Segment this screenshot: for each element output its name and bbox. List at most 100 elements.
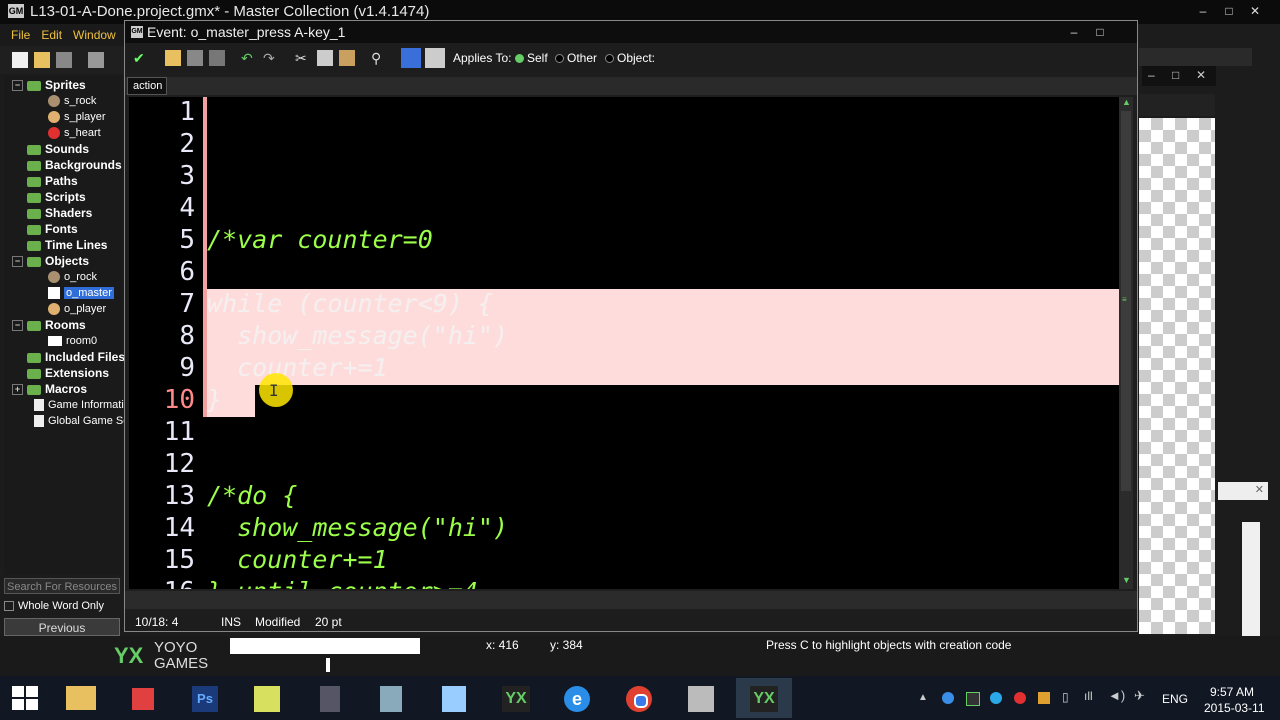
tray-keyboard-icon[interactable]: ✈ — [1134, 688, 1145, 704]
tree-folder-shaders[interactable]: Shaders — [12, 205, 92, 221]
notes-taskbar-icon[interactable] — [240, 678, 296, 718]
tree-folder-objects[interactable]: − Objects — [12, 253, 89, 269]
menu-window[interactable]: Window — [73, 28, 116, 42]
line-number: 8 — [179, 321, 195, 351]
resource-tree: − Sprites s_rock s_player s_heart Sounds … — [4, 75, 156, 575]
tray-volume-icon[interactable]: ◄) — [1108, 688, 1125, 703]
editor-minimize-button[interactable]: – — [1061, 24, 1087, 40]
tree-folder-rooms[interactable]: − Rooms — [12, 317, 86, 333]
selected-code-line: } — [207, 385, 223, 414]
apps-taskbar-icon[interactable] — [116, 678, 172, 718]
tree-item-game-information[interactable]: Game Information — [34, 397, 136, 413]
redo-icon[interactable]: ↷ — [263, 50, 279, 66]
undo-icon[interactable]: ↶ — [241, 50, 257, 66]
paste-icon[interactable] — [339, 50, 355, 66]
gamemaker-taskbar-icon[interactable]: YX — [488, 678, 544, 718]
tray-wifi-icon[interactable]: ıll — [1084, 689, 1093, 703]
photoshop-taskbar-icon[interactable]: Ps — [178, 678, 234, 718]
tool-taskbar-icon[interactable] — [302, 678, 358, 718]
room-canvas[interactable] — [1139, 118, 1215, 634]
tree-folder-sprites[interactable]: − Sprites — [12, 77, 86, 93]
radio-other[interactable]: Other — [555, 51, 597, 65]
tray-date[interactable]: 2015-03-11 — [1204, 701, 1265, 715]
tree-folder-sounds[interactable]: Sounds — [12, 141, 89, 157]
save-icon[interactable] — [187, 50, 203, 66]
tray-network-icon[interactable] — [942, 692, 954, 704]
maximize-button[interactable]: □ — [1216, 3, 1242, 19]
file-manager-taskbar-icon[interactable] — [674, 678, 730, 718]
main-window-title: L13-01-A-Done.project.gmx* - Master Coll… — [30, 3, 430, 20]
tree-item-o-rock[interactable]: o_rock — [48, 269, 97, 285]
copy-icon[interactable] — [317, 50, 333, 66]
tree-folder-fonts[interactable]: Fonts — [12, 221, 78, 237]
radio-self[interactable]: Self — [515, 51, 548, 65]
tray-sync-icon[interactable] — [990, 692, 1002, 704]
line-number: 9 — [179, 353, 195, 383]
tray-expand-icon[interactable]: ▲ — [918, 692, 928, 703]
side-panel-tab[interactable]: ✕ — [1218, 482, 1268, 500]
tree-folder-macros[interactable]: + Macros — [12, 381, 87, 397]
close-icon[interactable]: ✕ — [1255, 483, 1264, 496]
save-project-icon[interactable] — [56, 52, 72, 68]
resource-search-input[interactable]: Search For Resources — [4, 578, 120, 594]
build-icon[interactable] — [88, 52, 104, 68]
room-close-icon[interactable]: ✕ — [1196, 68, 1206, 82]
tray-power-icon[interactable]: ▯ — [1062, 690, 1069, 704]
room-maximize-icon[interactable]: □ — [1172, 68, 1179, 82]
tree-item-o-master[interactable]: o_master — [48, 285, 114, 301]
horizontal-scrollbar[interactable] — [125, 591, 1137, 609]
cursor-position: 10/18: 4 — [135, 615, 179, 629]
tree-item-s-heart[interactable]: s_heart — [48, 125, 101, 141]
tray-record-icon[interactable] — [1014, 692, 1026, 704]
calculator-taskbar-icon[interactable] — [364, 678, 420, 718]
tree-item-o-player[interactable]: o_player — [48, 301, 106, 317]
radio-object[interactable]: Object: — [605, 51, 655, 65]
menu-file[interactable]: File — [11, 28, 30, 42]
scroll-down-icon[interactable]: ▼ — [1122, 575, 1131, 585]
room-minimize-icon[interactable]: – — [1148, 68, 1155, 82]
previous-button[interactable]: Previous — [4, 618, 120, 636]
cut-icon[interactable]: ✂ — [295, 50, 311, 66]
explorer-taskbar-icon[interactable] — [54, 678, 110, 718]
tree-folder-time-lines[interactable]: Time Lines — [12, 237, 107, 253]
search-icon[interactable]: ⚲ — [371, 50, 387, 66]
tree-folder-scripts[interactable]: Scripts — [12, 189, 86, 205]
open-icon[interactable] — [165, 50, 181, 66]
tray-language[interactable]: ENG — [1162, 692, 1188, 706]
room-editor-toolbar — [1139, 48, 1252, 66]
glass-app-taskbar-icon[interactable] — [426, 678, 482, 718]
scroll-up-icon[interactable]: ▲ — [1122, 97, 1131, 107]
tray-security-icon[interactable] — [1038, 692, 1050, 704]
tab-action[interactable]: action — [127, 77, 167, 95]
tray-gamemaker-icon[interactable] — [966, 692, 980, 706]
code-area[interactable]: 1 2 3 4 5 6 7 8 9 10 11 12 13 14 15 16 /… — [129, 97, 1119, 589]
gamemaker-active-taskbar-icon[interactable]: YX — [736, 678, 792, 718]
new-project-icon[interactable] — [12, 52, 28, 68]
text-cursor-icon: I — [269, 381, 279, 400]
open-project-icon[interactable] — [34, 52, 50, 68]
tree-folder-included-files[interactable]: Included Files — [12, 349, 125, 365]
tree-item-s-player[interactable]: s_player — [48, 109, 106, 125]
editor-maximize-button[interactable]: □ — [1087, 24, 1113, 40]
tray-time[interactable]: 9:57 AM — [1210, 685, 1254, 699]
minimize-button[interactable]: – — [1190, 3, 1216, 19]
windows-start-icon[interactable] — [12, 686, 38, 710]
tree-folder-extensions[interactable]: Extensions — [12, 365, 109, 381]
tree-folder-paths[interactable]: Paths — [12, 173, 78, 189]
list-view-icon[interactable] — [425, 48, 445, 68]
close-button[interactable]: ✕ — [1242, 3, 1268, 19]
line-number: 7 — [179, 289, 195, 319]
checkmark-icon[interactable]: ✔ — [133, 50, 149, 66]
code-line: show_message("hi") — [207, 513, 509, 542]
print-icon[interactable] — [209, 50, 225, 66]
tree-item-room0[interactable]: room0 — [48, 333, 97, 349]
code-line: /*do { — [207, 481, 298, 510]
menu-edit[interactable]: Edit — [41, 28, 62, 42]
tree-folder-backgrounds[interactable]: Backgrounds — [12, 157, 122, 173]
tree-item-s-rock[interactable]: s_rock — [48, 93, 96, 109]
whole-word-checkbox[interactable]: Whole Word Only — [4, 598, 120, 614]
vertical-scrollbar[interactable]: ▲ ≡ ▼ — [1119, 97, 1133, 589]
grid-view-icon[interactable] — [401, 48, 421, 68]
chrome-taskbar-icon[interactable] — [612, 678, 668, 718]
internet-explorer-taskbar-icon[interactable]: e — [550, 678, 606, 718]
